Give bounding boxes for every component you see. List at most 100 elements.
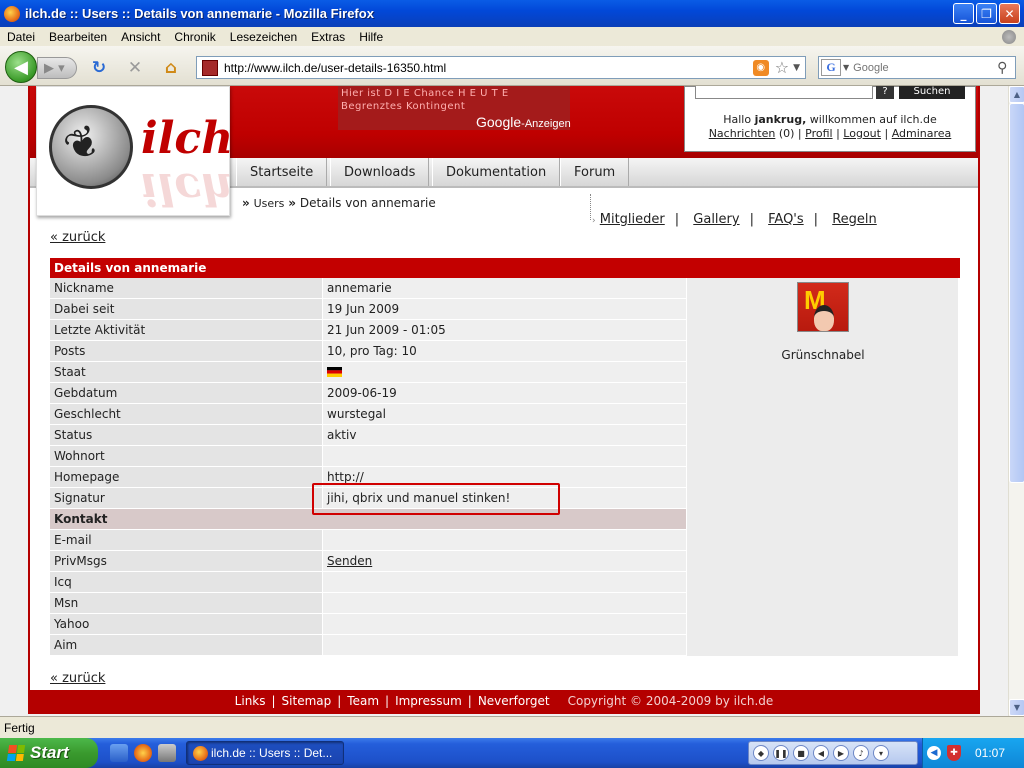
menu-ansicht[interactable]: Ansicht bbox=[114, 30, 167, 44]
next-icon[interactable]: ▶ bbox=[833, 745, 849, 761]
menu-chronik[interactable]: Chronik bbox=[167, 30, 222, 44]
quicklaunch-firefox-icon[interactable] bbox=[134, 744, 152, 762]
firefox-task-icon bbox=[193, 746, 208, 761]
start-button[interactable]: Start bbox=[0, 738, 98, 768]
nachrichten-link[interactable]: Nachrichten bbox=[709, 127, 776, 140]
footer-link-neverforget[interactable]: Neverforget bbox=[478, 694, 550, 708]
google-ads-label[interactable]: Google-Anzeigen bbox=[476, 114, 571, 130]
taskbar-firefox-window[interactable]: ilch.de :: Users :: Det... bbox=[186, 741, 344, 765]
profil-link[interactable]: Profil bbox=[805, 127, 832, 140]
status-text: Fertig bbox=[4, 720, 35, 735]
media-logo-icon[interactable]: ◆ bbox=[753, 745, 769, 761]
window-title: ilch.de :: Users :: Details von annemari… bbox=[25, 6, 374, 21]
site-logo[interactable]: ❦ ilch ilch bbox=[36, 86, 233, 216]
scroll-up-arrow-icon[interactable]: ▲ bbox=[1009, 86, 1024, 103]
volume-icon[interactable]: ♪ bbox=[853, 745, 869, 761]
send-privmsg-link[interactable]: Senden bbox=[327, 554, 372, 568]
ad-line-1[interactable]: Hier ist D I E Chance H E U T E bbox=[341, 88, 509, 99]
url-text[interactable]: http://www.ilch.de/user-details-16350.ht… bbox=[224, 61, 753, 75]
task-label: ilch.de :: Users :: Det... bbox=[211, 746, 333, 760]
nav-downloads[interactable]: Downloads bbox=[330, 158, 430, 186]
ad-line-2[interactable]: Begrenztes Kontingent bbox=[341, 101, 465, 112]
home-button[interactable]: ⌂ bbox=[160, 57, 182, 79]
menu-hilfe[interactable]: Hilfe bbox=[352, 30, 390, 44]
close-button[interactable]: ✕ bbox=[999, 3, 1020, 24]
nav-startseite[interactable]: Startseite bbox=[236, 158, 328, 186]
vertical-scrollbar[interactable]: ▲ ▼ bbox=[1008, 86, 1024, 716]
forward-button[interactable]: ▶ ▾ bbox=[37, 57, 77, 79]
breadcrumb-users[interactable]: Users bbox=[254, 197, 285, 210]
taskbar: Start ilch.de :: Users :: Det... ◆ ❚❚ ■ … bbox=[0, 738, 1024, 768]
page-viewport: Hier ist D I E Chance H E U T E Begrenzt… bbox=[0, 86, 1008, 716]
menu-extras[interactable]: Extras bbox=[304, 30, 352, 44]
antivirus-shield-icon[interactable]: ✚ bbox=[947, 745, 961, 761]
row-value bbox=[322, 362, 686, 382]
row-label: Dabei seit bbox=[50, 299, 322, 319]
ads-suffix: -Anzeigen bbox=[521, 118, 571, 130]
row-label: Yahoo bbox=[50, 614, 322, 634]
sublinks-divider bbox=[590, 194, 591, 220]
quicklaunch-media-icon[interactable] bbox=[158, 744, 176, 762]
search-help-button[interactable]: ? bbox=[876, 86, 894, 99]
logout-link[interactable]: Logout bbox=[843, 127, 881, 140]
row-label: Geschlecht bbox=[50, 404, 322, 424]
homepage-link[interactable]: http:// bbox=[322, 467, 686, 487]
row-label: Status bbox=[50, 425, 322, 445]
back-link-bottom[interactable]: « zurück bbox=[50, 671, 105, 686]
row-label: Nickname bbox=[50, 278, 322, 298]
back-link-top[interactable]: « zurück bbox=[50, 230, 105, 245]
minimize-button[interactable]: _ bbox=[953, 3, 974, 24]
forward-arrow-icon: ▶ ▾ bbox=[44, 60, 65, 76]
sublink-mitglieder[interactable]: Mitglieder bbox=[600, 212, 665, 227]
nav-dokumentation[interactable]: Dokumentation bbox=[432, 158, 561, 186]
quicklaunch-ie-icon[interactable] bbox=[110, 744, 128, 762]
row-label: Staat bbox=[50, 362, 322, 382]
url-history-dropdown-icon[interactable]: ▼ bbox=[793, 63, 800, 73]
greeting: Hallo jankrug, willkommen auf ilch.de bbox=[685, 113, 975, 126]
previous-icon[interactable]: ◀ bbox=[813, 745, 829, 761]
sublink-gallery[interactable]: Gallery bbox=[693, 212, 739, 227]
germany-flag-icon bbox=[327, 367, 342, 377]
footer-link-team[interactable]: Team bbox=[347, 694, 379, 708]
search-engine-icon[interactable]: G bbox=[821, 59, 841, 76]
search-go-icon[interactable]: ⚲ bbox=[997, 60, 1007, 76]
row-value: 21 Jun 2009 - 01:05 bbox=[322, 320, 686, 340]
menu-bearbeiten[interactable]: Bearbeiten bbox=[42, 30, 114, 44]
suchen-button[interactable]: Suchen bbox=[899, 86, 965, 99]
search-input[interactable] bbox=[853, 61, 994, 74]
footer-link-links[interactable]: Links bbox=[235, 694, 266, 708]
scrollbar-thumb[interactable] bbox=[1009, 103, 1024, 483]
row-value bbox=[322, 593, 686, 613]
stop-button[interactable]: ✕ bbox=[124, 57, 146, 79]
footer-link-impressum[interactable]: Impressum bbox=[395, 694, 462, 708]
rss-feed-icon[interactable]: ◉ bbox=[752, 59, 769, 76]
sublink-faqs[interactable]: FAQ's bbox=[768, 212, 804, 227]
scroll-down-arrow-icon[interactable]: ▼ bbox=[1009, 699, 1024, 716]
reload-icon: ↻ bbox=[91, 58, 107, 78]
menu-lesezeichen[interactable]: Lesezeichen bbox=[223, 30, 304, 44]
system-tray: ◀ ✚ 01:07 bbox=[922, 738, 1024, 768]
nav-forum[interactable]: Forum bbox=[560, 158, 630, 186]
search-bar[interactable]: G ▼ ⚲ bbox=[818, 56, 1016, 79]
search-engine-dropdown-icon[interactable]: ▼ bbox=[843, 63, 849, 72]
user-sublinks: › Mitglieder | Gallery | FAQ's | Regeln bbox=[592, 212, 877, 227]
stop-media-icon[interactable]: ■ bbox=[793, 745, 809, 761]
reload-button[interactable]: ↻ bbox=[88, 57, 110, 79]
pause-icon[interactable]: ❚❚ bbox=[773, 745, 789, 761]
sublink-regeln[interactable]: Regeln bbox=[832, 212, 877, 227]
media-menu-icon[interactable]: ▾ bbox=[873, 745, 889, 761]
status-bar: Fertig bbox=[0, 716, 1024, 738]
maximize-button[interactable]: ❐ bbox=[976, 3, 997, 24]
site-search-input[interactable] bbox=[695, 86, 873, 99]
row-value: 2009-06-19 bbox=[322, 383, 686, 403]
row-value bbox=[322, 614, 686, 634]
tray-expand-icon[interactable]: ◀ bbox=[927, 746, 941, 760]
menu-datei[interactable]: Datei bbox=[0, 30, 42, 44]
bookmark-star-icon[interactable]: ☆ bbox=[775, 58, 789, 77]
url-bar[interactable]: http://www.ilch.de/user-details-16350.ht… bbox=[196, 56, 806, 79]
user-details-table: Details von annemarie Nickname annemarie … bbox=[50, 258, 960, 656]
site-footer: Links | Sitemap | Team | Impressum | Neverfo… bbox=[30, 690, 978, 712]
footer-link-sitemap[interactable]: Sitemap bbox=[282, 694, 332, 708]
back-button[interactable]: ◀ bbox=[5, 51, 37, 83]
adminarea-link[interactable]: Adminarea bbox=[892, 127, 952, 140]
